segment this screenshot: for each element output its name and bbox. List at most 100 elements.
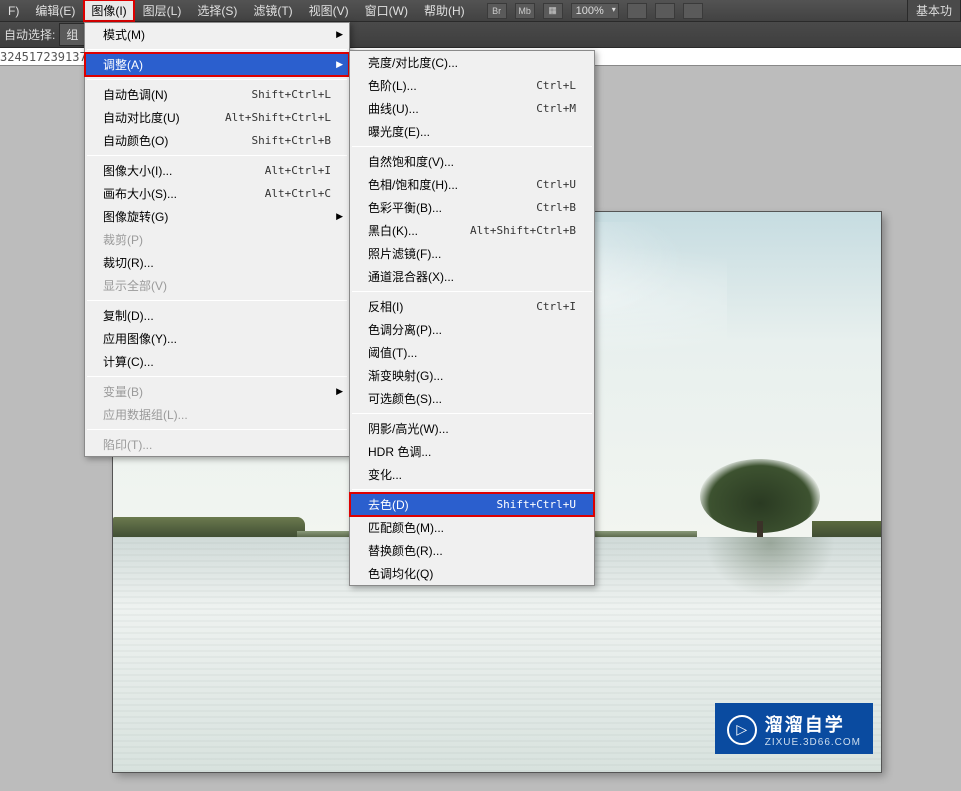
menu-item[interactable]: 色彩平衡(B)...Ctrl+B: [350, 196, 594, 219]
menu-separator: [87, 376, 347, 377]
menu-item[interactable]: 亮度/对比度(C)...: [350, 51, 594, 74]
menu-item-label: 变化...: [368, 466, 576, 483]
menu-item-label: 阴影/高光(W)...: [368, 420, 576, 437]
menu-help[interactable]: 帮助(H): [416, 0, 473, 22]
menu-item-label: 裁切(R)...: [103, 254, 331, 271]
menu-item-shortcut: Ctrl+M: [536, 102, 576, 115]
menu-item[interactable]: 应用图像(Y)...: [85, 327, 349, 350]
watermark-url: ZIXUE.3D66.COM: [765, 737, 861, 748]
menu-item[interactable]: 色相/饱和度(H)...Ctrl+U: [350, 173, 594, 196]
menu-item[interactable]: 替换颜色(R)...: [350, 539, 594, 562]
menu-item[interactable]: 裁切(R)...: [85, 251, 349, 274]
menu-item[interactable]: 自动对比度(U)Alt+Shift+Ctrl+L: [85, 106, 349, 129]
menu-item: 应用数据组(L)...: [85, 403, 349, 426]
menu-item[interactable]: 匹配颜色(M)...: [350, 516, 594, 539]
bridge-icon[interactable]: Br: [487, 3, 507, 19]
watermark-title: 溜溜自学: [765, 711, 861, 737]
menu-bar: F) 编辑(E) 图像(I) 图层(L) 选择(S) 滤镜(T) 视图(V) 窗…: [0, 0, 961, 22]
workspace-button[interactable]: 基本功: [907, 0, 961, 22]
menu-item[interactable]: 变化...: [350, 463, 594, 486]
menu-item-label: 通道混合器(X)...: [368, 268, 576, 285]
menu-item[interactable]: 黑白(K)...Alt+Shift+Ctrl+B: [350, 219, 594, 242]
menu-separator: [87, 155, 347, 156]
menu-item[interactable]: HDR 色调...: [350, 440, 594, 463]
menu-item[interactable]: 阈值(T)...: [350, 341, 594, 364]
menu-item[interactable]: 去色(D) Shift+Ctrl+U: [350, 493, 594, 516]
menu-item[interactable]: 模式(M)▶: [85, 23, 349, 46]
menu-item[interactable]: 色调分离(P)...: [350, 318, 594, 341]
menu-item[interactable]: 计算(C)...: [85, 350, 349, 373]
menu-item-label: 照片滤镜(F)...: [368, 245, 576, 262]
menu-layer[interactable]: 图层(L): [135, 0, 190, 22]
menu-item[interactable]: 反相(I)Ctrl+I: [350, 295, 594, 318]
menu-separator: [87, 429, 347, 430]
menu-item[interactable]: 自动色调(N)Shift+Ctrl+L: [85, 83, 349, 106]
menu-item-label: 曝光度(E)...: [368, 123, 576, 140]
submenu-arrow-icon: ▶: [336, 386, 343, 397]
menu-filter[interactable]: 滤镜(T): [245, 0, 300, 22]
menu-item-label: 黑白(K)...: [368, 222, 450, 239]
menu-item[interactable]: 自然饱和度(V)...: [350, 150, 594, 173]
menu-item-shortcut: Alt+Ctrl+C: [265, 187, 331, 200]
menu-item[interactable]: 色阶(L)...Ctrl+L: [350, 74, 594, 97]
submenu-arrow-icon: ▶: [336, 211, 343, 222]
menu-item-label: 自动颜色(O): [103, 132, 232, 149]
menu-item-shortcut: Shift+Ctrl+U: [497, 498, 576, 511]
menu-edit[interactable]: 编辑(E): [27, 0, 83, 22]
menu-item-label: 去色(D): [368, 496, 477, 513]
menu-item-label: 亮度/对比度(C)...: [368, 54, 576, 71]
menu-item[interactable]: 色调均化(Q): [350, 562, 594, 585]
menu-item[interactable]: 照片滤镜(F)...: [350, 242, 594, 265]
menu-item-label: 应用图像(Y)...: [103, 330, 331, 347]
menu-item[interactable]: 曲线(U)...Ctrl+M: [350, 97, 594, 120]
menu-item[interactable]: 渐变映射(G)...: [350, 364, 594, 387]
menu-item-label: 阈值(T)...: [368, 344, 576, 361]
menu-item[interactable]: 可选颜色(S)...: [350, 387, 594, 410]
menu-image[interactable]: 图像(I): [83, 0, 134, 22]
menu-item[interactable]: 画布大小(S)...Alt+Ctrl+C: [85, 182, 349, 205]
arrange-icon-3[interactable]: [683, 3, 703, 19]
menu-item-label: 替换颜色(R)...: [368, 542, 576, 559]
menu-item-shortcut: Ctrl+B: [536, 201, 576, 214]
menu-window[interactable]: 窗口(W): [357, 0, 416, 22]
menu-item[interactable]: 阴影/高光(W)...: [350, 417, 594, 440]
screen-mode-icon[interactable]: ▦: [543, 3, 563, 19]
submenu-arrow-icon: ▶: [336, 59, 343, 70]
menu-item-shortcut: Ctrl+U: [536, 178, 576, 191]
menu-item[interactable]: 调整(A)▶: [85, 53, 349, 76]
menu-item-label: 自然饱和度(V)...: [368, 153, 576, 170]
menu-item-label: 裁剪(P): [103, 231, 331, 248]
menu-item-shortcut: Shift+Ctrl+B: [252, 134, 331, 147]
menu-item: 裁剪(P): [85, 228, 349, 251]
ruler-numbers: 324517239137: [0, 50, 87, 64]
menu-item-label: 模式(M): [103, 26, 331, 43]
menu-item-shortcut: Shift+Ctrl+L: [252, 88, 331, 101]
arrange-icon-2[interactable]: [655, 3, 675, 19]
menu-item-label: 图像大小(I)...: [103, 162, 245, 179]
menu-item[interactable]: 曝光度(E)...: [350, 120, 594, 143]
menu-separator: [352, 413, 592, 414]
menu-item[interactable]: 复制(D)...: [85, 304, 349, 327]
adjustments-submenu: 亮度/对比度(C)... 色阶(L)...Ctrl+L曲线(U)...Ctrl+M…: [349, 50, 595, 586]
menu-item-label: 陷印(T)...: [103, 436, 331, 453]
menu-item-label: 复制(D)...: [103, 307, 331, 324]
menu-item[interactable]: 图像大小(I)...Alt+Ctrl+I: [85, 159, 349, 182]
zoom-dropdown[interactable]: 100%: [571, 3, 619, 19]
menu-item-label: 自动对比度(U): [103, 109, 205, 126]
menu-view[interactable]: 视图(V): [301, 0, 357, 22]
menu-separator: [352, 146, 592, 147]
menu-file[interactable]: F): [0, 1, 27, 21]
menu-item[interactable]: 通道混合器(X)...: [350, 265, 594, 288]
minibridge-icon[interactable]: Mb: [515, 3, 535, 19]
menu-select[interactable]: 选择(S): [189, 0, 245, 22]
menu-item-label: 反相(I): [368, 298, 516, 315]
auto-select-label: 自动选择:: [4, 26, 55, 43]
menu-item: 陷印(T)...: [85, 433, 349, 456]
menu-item-label: HDR 色调...: [368, 443, 576, 460]
image-menu-dropdown: 模式(M)▶调整(A)▶自动色调(N)Shift+Ctrl+L自动对比度(U)A…: [84, 22, 350, 457]
menu-item[interactable]: 自动颜色(O) Shift+Ctrl+B: [85, 129, 349, 152]
watermark: ▷ 溜溜自学 ZIXUE.3D66.COM: [715, 703, 873, 754]
menu-item[interactable]: 图像旋转(G)▶: [85, 205, 349, 228]
menu-item-label: 可选颜色(S)...: [368, 390, 576, 407]
arrange-icon-1[interactable]: [627, 3, 647, 19]
